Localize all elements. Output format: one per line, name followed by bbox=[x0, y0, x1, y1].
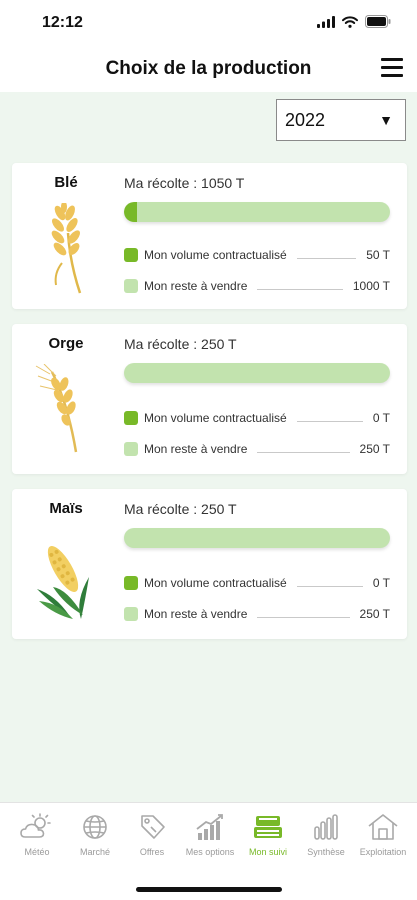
menu-icon bbox=[381, 58, 403, 61]
legend-remaining: Mon reste à vendre 250 T bbox=[124, 441, 390, 457]
legend-divider bbox=[296, 585, 363, 587]
menu-icon bbox=[381, 74, 403, 77]
tab-label: Mes options bbox=[185, 847, 235, 857]
home-indicator bbox=[136, 887, 282, 892]
crop-name: Maïs bbox=[49, 500, 83, 517]
crop-name: Orge bbox=[48, 335, 84, 352]
tab-mon-suivi[interactable]: Mon suivi bbox=[238, 813, 298, 857]
year-select[interactable]: 2022 ▼ bbox=[276, 99, 406, 141]
signal-icon bbox=[317, 15, 335, 28]
corn-icon bbox=[37, 546, 89, 619]
remaining-color-dot bbox=[124, 279, 138, 293]
remaining-color-dot bbox=[124, 607, 138, 621]
remaining-label: Mon reste à vendre bbox=[144, 442, 248, 456]
remaining-label: Mon reste à vendre bbox=[144, 279, 248, 293]
status-time: 12:12 bbox=[42, 14, 83, 31]
contracted-label: Mon volume contractualisé bbox=[144, 576, 287, 590]
remaining-value: 1000 T bbox=[352, 279, 390, 293]
tab-label: Exploitation bbox=[359, 847, 407, 857]
remaining-color-dot bbox=[124, 442, 138, 456]
legend-divider bbox=[257, 288, 343, 290]
tab-label: Mon suivi bbox=[248, 847, 287, 857]
legend-divider bbox=[296, 257, 357, 259]
legend-divider bbox=[257, 451, 350, 453]
remaining-value: 250 T bbox=[359, 442, 390, 456]
legend-remaining: Mon reste à vendre 1000 T bbox=[124, 278, 390, 294]
remaining-label: Mon reste à vendre bbox=[144, 607, 248, 621]
crop-name: Blé bbox=[54, 174, 78, 191]
tab-label: Offres bbox=[139, 847, 165, 857]
contracted-color-dot bbox=[124, 576, 138, 590]
harvest-label: Ma récolte : 250 T bbox=[124, 336, 237, 352]
globe-icon bbox=[83, 815, 107, 839]
status-bar: 12:12 bbox=[0, 0, 417, 46]
menu-button[interactable] bbox=[381, 56, 403, 78]
contracted-value: 50 T bbox=[366, 248, 390, 262]
farm-house-icon bbox=[368, 814, 398, 840]
crop-card-ble[interactable]: Blé Ma récolte : 1050 T Mon volume contr… bbox=[12, 163, 407, 309]
wifi-icon bbox=[342, 15, 358, 28]
main-content: 2022 ▼ Blé Ma récolte : 1050 T Mon volum… bbox=[0, 92, 417, 802]
tractor-icon bbox=[254, 816, 282, 838]
menu-icon bbox=[381, 66, 403, 69]
wheat-icon bbox=[51, 203, 82, 294]
contracted-value: 0 T bbox=[372, 411, 390, 425]
legend-contracted: Mon volume contractualisé 0 T bbox=[124, 575, 390, 591]
contracted-label: Mon volume contractualisé bbox=[144, 411, 287, 425]
bar-chart-icon bbox=[314, 814, 338, 840]
tab-label: Météo bbox=[24, 847, 50, 857]
tab-offres[interactable]: Offres bbox=[122, 813, 182, 857]
contracted-color-dot bbox=[124, 248, 138, 262]
crop-card-orge[interactable]: Orge Ma récolte : 250 T Mon volume contr… bbox=[12, 324, 407, 474]
volume-progress-bar bbox=[124, 528, 390, 548]
legend-remaining: Mon reste à vendre 250 T bbox=[124, 606, 390, 622]
tab-marche[interactable]: Marché bbox=[65, 813, 125, 857]
header: Choix de la production bbox=[0, 46, 417, 92]
contracted-label: Mon volume contractualisé bbox=[144, 248, 287, 262]
tab-label: Synthèse bbox=[307, 847, 345, 857]
bottom-tab-bar: Météo Marché Offres Mes options Mon suiv… bbox=[0, 802, 417, 900]
contracted-color-dot bbox=[124, 411, 138, 425]
tab-label: Marché bbox=[79, 847, 110, 857]
volume-progress-bar bbox=[124, 202, 390, 222]
tab-mes-options[interactable]: Mes options bbox=[180, 813, 240, 857]
legend-contracted: Mon volume contractualisé 0 T bbox=[124, 410, 390, 426]
contracted-value: 0 T bbox=[372, 576, 390, 590]
contracted-fill bbox=[124, 202, 138, 222]
barley-icon bbox=[35, 364, 78, 453]
status-icons bbox=[317, 15, 391, 28]
page-title: Choix de la production bbox=[105, 58, 312, 79]
harvest-label: Ma récolte : 1050 T bbox=[124, 175, 245, 191]
year-select-value: 2022 bbox=[285, 109, 326, 130]
crop-card-mais[interactable]: Maïs Ma récolte : 250 T Mon volume contr… bbox=[12, 489, 407, 639]
weather-icon bbox=[20, 813, 51, 838]
tag-icon bbox=[141, 815, 165, 839]
remaining-value: 250 T bbox=[359, 607, 390, 621]
volume-progress-bar bbox=[124, 363, 390, 383]
harvest-label: Ma récolte : 250 T bbox=[124, 501, 237, 517]
growth-chart-icon bbox=[196, 814, 223, 840]
tab-meteo[interactable]: Météo bbox=[7, 813, 67, 857]
legend-contracted: Mon volume contractualisé 50 T bbox=[124, 247, 390, 263]
caret-down-icon: ▼ bbox=[379, 112, 393, 128]
legend-divider bbox=[296, 420, 363, 422]
battery-icon bbox=[365, 15, 391, 28]
tab-synthese[interactable]: Synthèse bbox=[296, 813, 356, 857]
legend-divider bbox=[257, 616, 350, 618]
tab-exploitation[interactable]: Exploitation bbox=[353, 813, 413, 857]
